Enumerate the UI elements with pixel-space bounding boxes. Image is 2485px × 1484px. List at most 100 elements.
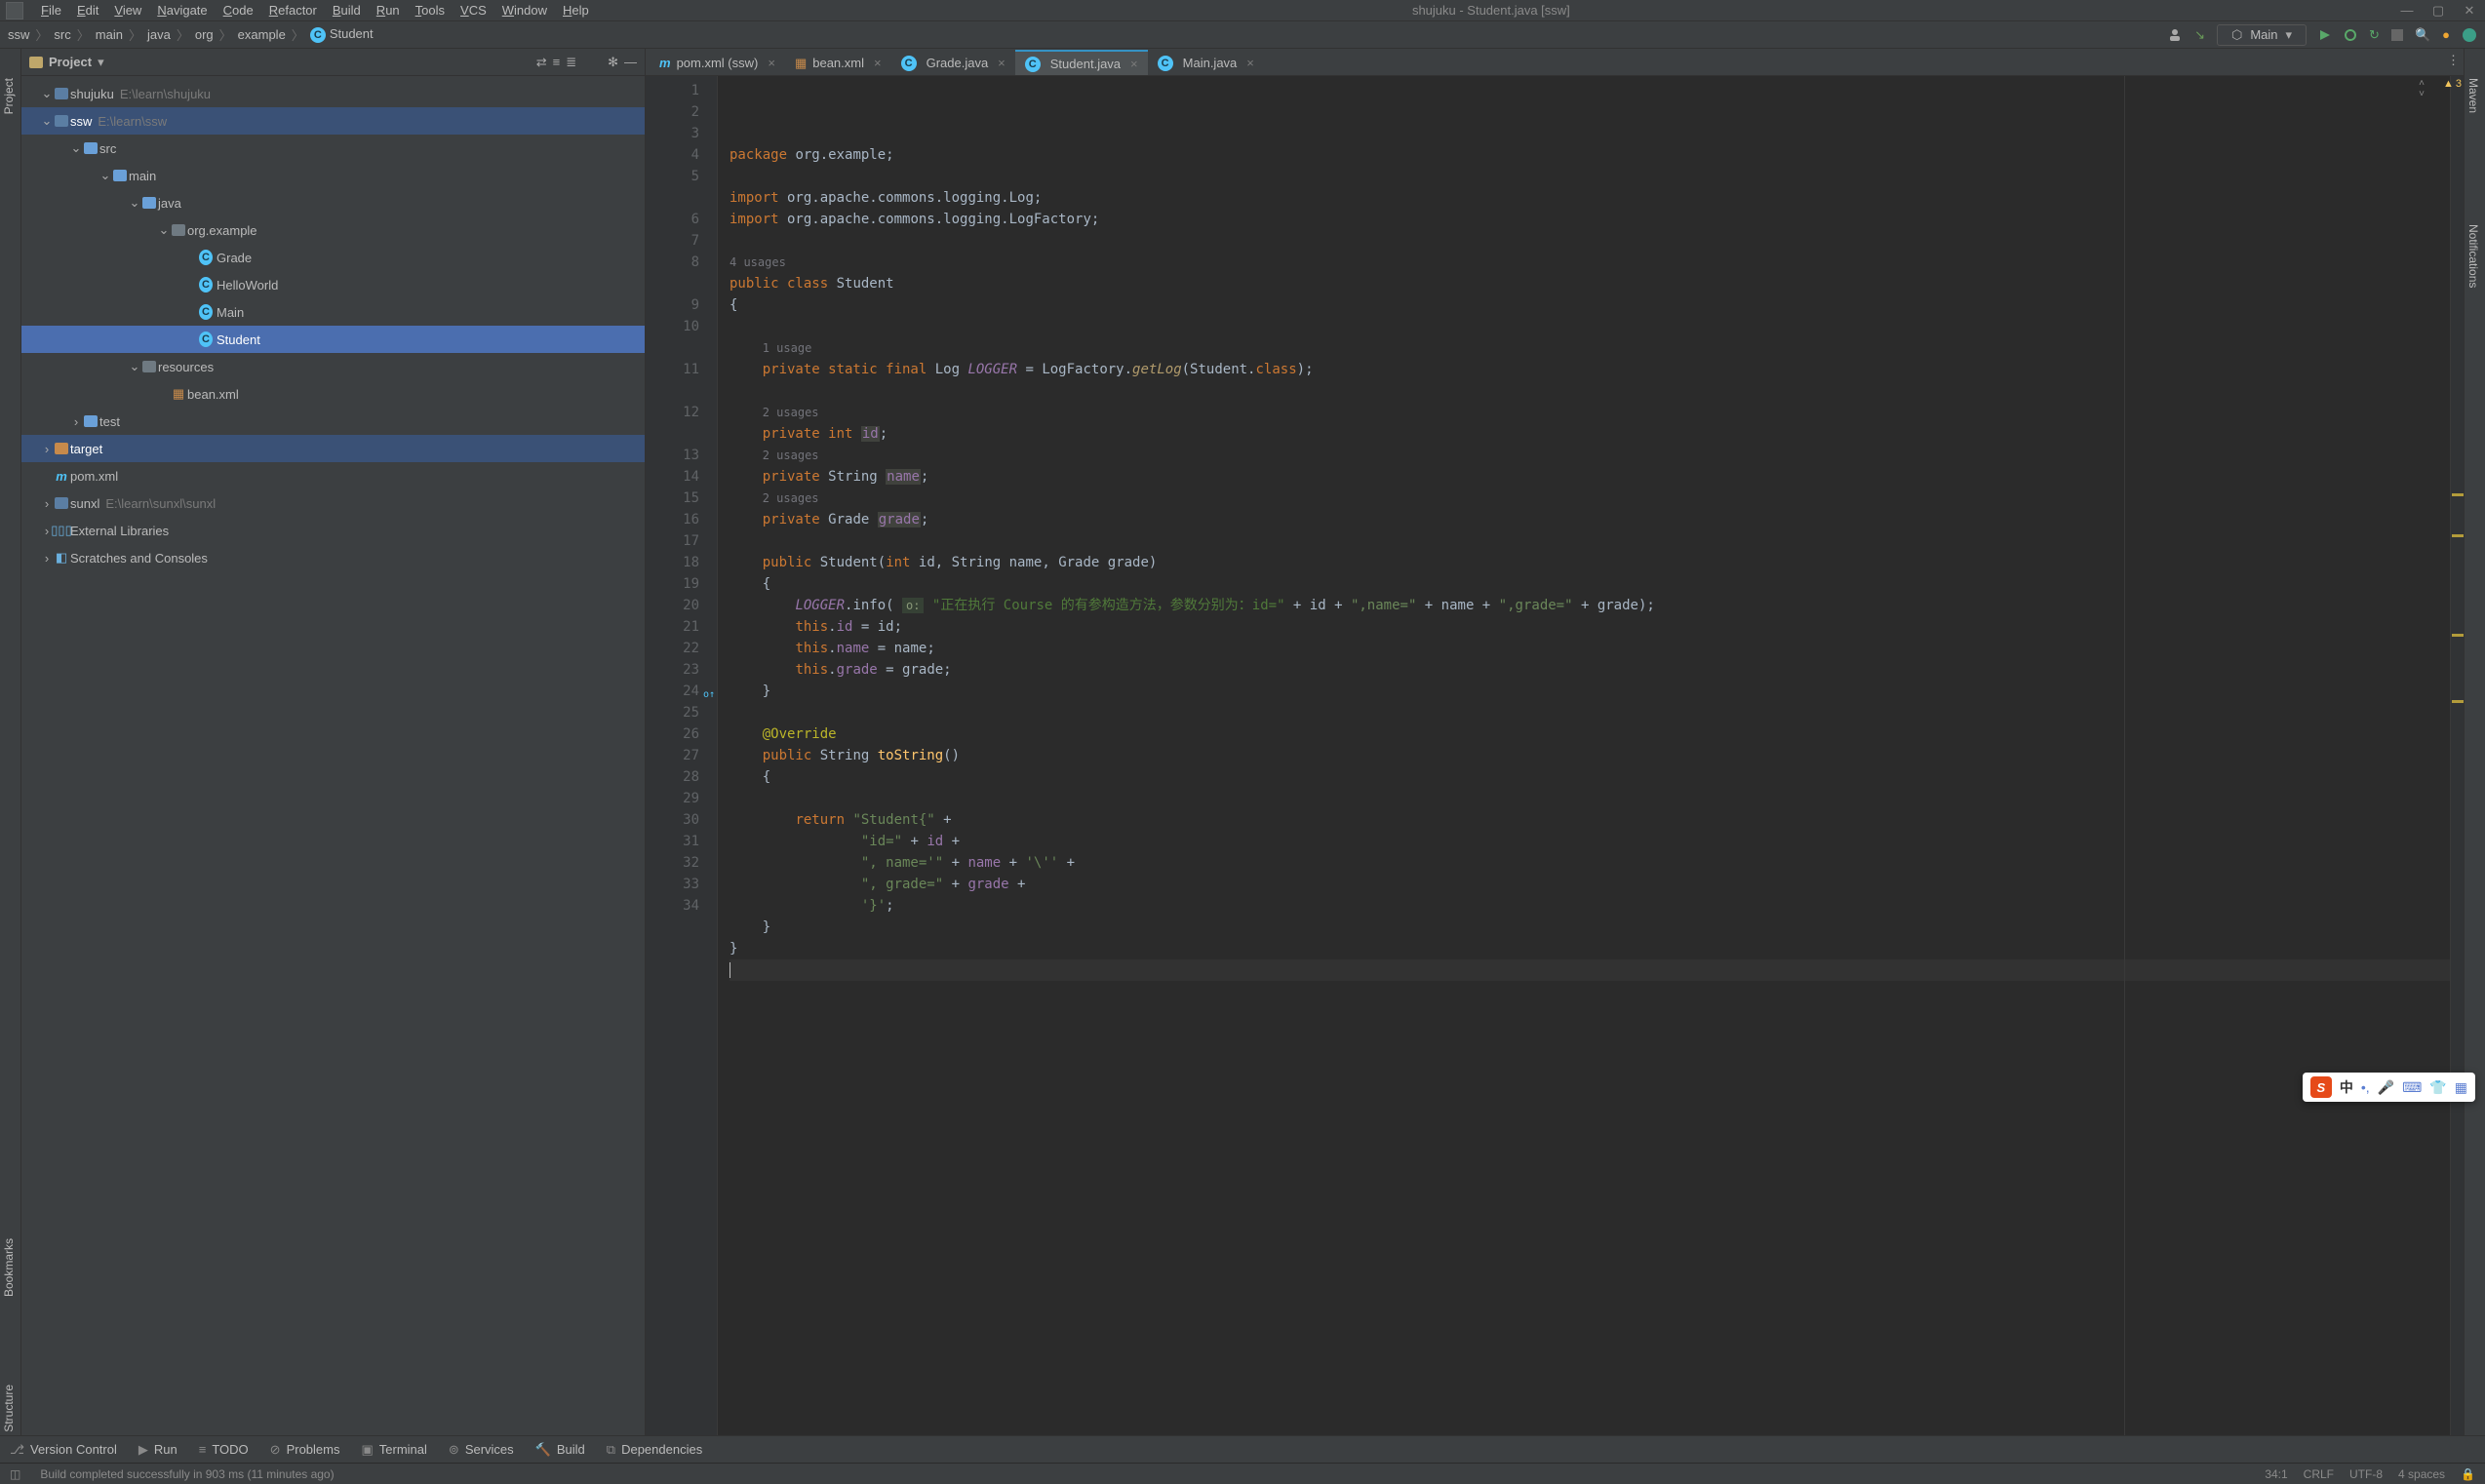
line-number[interactable]: 23 <box>646 659 717 681</box>
line-number[interactable]: 27 <box>646 745 717 766</box>
coverage-button[interactable]: ↻ <box>2369 27 2380 43</box>
line-number[interactable]: 30 <box>646 809 717 831</box>
tree-chevron-icon[interactable]: › <box>41 551 53 566</box>
code-line[interactable]: LOGGER.info( o: "正在执行 Course 的有参构造方法，参数分… <box>730 595 2450 616</box>
code-line[interactable]: { <box>730 294 2450 316</box>
breadcrumb-item[interactable]: main <box>96 27 123 42</box>
tree-row-pom-xml[interactable]: mpom.xml <box>21 462 645 489</box>
usage-inlay-hint[interactable]: 2 usages <box>730 445 2450 466</box>
line-number[interactable]: 20 <box>646 595 717 616</box>
code-line[interactable]: { <box>730 573 2450 595</box>
breadcrumb-item[interactable]: example <box>238 27 286 42</box>
inspection-warning-indicator[interactable]: ▲ 3 <box>2443 78 2462 90</box>
caret-position[interactable]: 34:1 <box>2265 1467 2287 1481</box>
code-line[interactable]: private int id; <box>730 423 2450 445</box>
code-line[interactable]: package org.example; <box>730 144 2450 166</box>
editor-gutter[interactable]: 123456789101112131415161718192021222324o… <box>646 76 718 1435</box>
menu-code[interactable]: Code <box>216 1 261 20</box>
code-line[interactable]: this.id = id; <box>730 616 2450 638</box>
line-number[interactable]: 13 <box>646 445 717 466</box>
tree-chevron-icon[interactable]: ⌄ <box>41 113 53 129</box>
back-arrow-icon[interactable]: ↘ <box>2194 27 2205 43</box>
line-number[interactable]: 28 <box>646 766 717 788</box>
code-line[interactable]: public class Student <box>730 273 2450 294</box>
line-number[interactable]: 11 <box>646 359 717 380</box>
bookmarks-tool-tab[interactable]: Bookmarks <box>2 1238 16 1297</box>
tool-window-tab-todo[interactable]: ≡TODO <box>199 1442 249 1457</box>
menu-window[interactable]: Window <box>494 1 555 20</box>
breadcrumb-item[interactable]: ssw <box>8 27 29 42</box>
breadcrumb-item[interactable]: java <box>147 27 171 42</box>
line-number[interactable]: 1 <box>646 80 717 101</box>
tree-chevron-icon[interactable]: ⌄ <box>99 168 111 183</box>
menu-run[interactable]: Run <box>369 1 408 20</box>
menu-refactor[interactable]: Refactor <box>261 1 325 20</box>
ime-skin-icon[interactable]: 👕 <box>2429 1079 2446 1096</box>
code-line[interactable]: return "Student{" + <box>730 809 2450 831</box>
tree-chevron-icon[interactable]: ⌄ <box>129 359 140 374</box>
code-line[interactable] <box>730 702 2450 723</box>
menu-view[interactable]: View <box>106 1 149 20</box>
menu-tools[interactable]: Tools <box>408 1 453 20</box>
breadcrumb-item[interactable]: org <box>195 27 214 42</box>
code-line[interactable]: this.grade = grade; <box>730 659 2450 681</box>
line-number[interactable]: 21 <box>646 616 717 638</box>
code-line[interactable] <box>730 316 2450 337</box>
tool-window-tab-dependencies[interactable]: ⧉Dependencies <box>607 1442 702 1458</box>
menu-help[interactable]: Help <box>555 1 597 20</box>
ime-punct-icon[interactable]: •, <box>2361 1079 2370 1095</box>
line-number[interactable]: 12 <box>646 402 717 423</box>
tree-chevron-icon[interactable]: › <box>70 414 82 429</box>
error-stripe[interactable]: ˄ ˅ ▲ 3 <box>2450 76 2464 1435</box>
tree-row-scratches-and-consoles[interactable]: ›◧Scratches and Consoles <box>21 544 645 571</box>
tree-row-test[interactable]: ›test <box>21 408 645 435</box>
tree-row-sunxl[interactable]: ›sunxlE:\learn\sunxl\sunxl <box>21 489 645 517</box>
tree-row-main[interactable]: ⌄main <box>21 162 645 189</box>
maximize-button[interactable]: ▢ <box>2428 3 2448 19</box>
notifications-tool-tab[interactable]: Notifications <box>2466 224 2480 288</box>
close-tab-icon[interactable]: × <box>874 56 882 70</box>
close-tab-icon[interactable]: × <box>1130 57 1138 71</box>
ime-toolbar[interactable]: S 中 •, 🎤 ⌨ 👕 ▦ <box>2303 1073 2475 1102</box>
line-number[interactable]: 26 <box>646 723 717 745</box>
tool-window-tab-terminal[interactable]: ▣Terminal <box>361 1442 426 1458</box>
line-number[interactable]: 10 <box>646 316 717 337</box>
indent-setting[interactable]: 4 spaces <box>2398 1467 2445 1481</box>
select-opened-file-icon[interactable]: ⇄ <box>536 55 547 70</box>
menu-build[interactable]: Build <box>325 1 369 20</box>
code-line[interactable]: this.name = name; <box>730 638 2450 659</box>
line-number[interactable]: 24o↑ <box>646 681 717 702</box>
code-line[interactable] <box>730 230 2450 252</box>
line-number[interactable]: 22 <box>646 638 717 659</box>
tool-window-tab-run[interactable]: ▶Run <box>138 1442 178 1458</box>
menu-edit[interactable]: Edit <box>69 1 106 20</box>
project-tool-tab[interactable]: Project <box>2 78 16 114</box>
line-number[interactable]: 19 <box>646 573 717 595</box>
tree-chevron-icon[interactable]: › <box>41 442 53 456</box>
code-line[interactable]: import org.apache.commons.logging.LogFac… <box>730 209 2450 230</box>
tree-row-org-example[interactable]: ⌄org.example <box>21 216 645 244</box>
ime-toolbox-icon[interactable]: ▦ <box>2455 1079 2467 1096</box>
ime-voice-icon[interactable]: 🎤 <box>2378 1079 2394 1096</box>
collapse-all-icon[interactable]: ≣ <box>566 55 576 70</box>
tool-window-tab-services[interactable]: ⊚Services <box>449 1442 514 1458</box>
code-line[interactable]: '}'; <box>730 895 2450 917</box>
tree-row-resources[interactable]: ⌄resources <box>21 353 645 380</box>
run-configurations-dropdown[interactable]: ⬡ Main ▾ <box>2217 24 2307 46</box>
project-view-dropdown[interactable]: ▾ <box>98 55 104 70</box>
close-tab-icon[interactable]: × <box>1246 56 1254 70</box>
code-line[interactable]: } <box>730 938 2450 959</box>
user-icon[interactable] <box>2167 27 2183 43</box>
tree-row-java[interactable]: ⌄java <box>21 189 645 216</box>
ime-keyboard-icon[interactable]: ⌨ <box>2402 1079 2422 1096</box>
tree-row-helloworld[interactable]: CHelloWorld <box>21 271 645 298</box>
editor-tab-student-java[interactable]: CStudent.java× <box>1015 50 1148 75</box>
usage-inlay-hint[interactable]: 1 usage <box>730 337 2450 359</box>
line-number[interactable]: 18 <box>646 552 717 573</box>
tree-row-ssw[interactable]: ⌄sswE:\learn\ssw <box>21 107 645 135</box>
code-line[interactable]: ", grade=" + grade + <box>730 874 2450 895</box>
ime-language[interactable]: 中 <box>2340 1077 2353 1097</box>
code-line[interactable] <box>730 380 2450 402</box>
tree-row-shujuku[interactable]: ⌄shujukuE:\learn\shujuku <box>21 80 645 107</box>
tool-window-tab-version-control[interactable]: ⎇Version Control <box>10 1442 117 1458</box>
